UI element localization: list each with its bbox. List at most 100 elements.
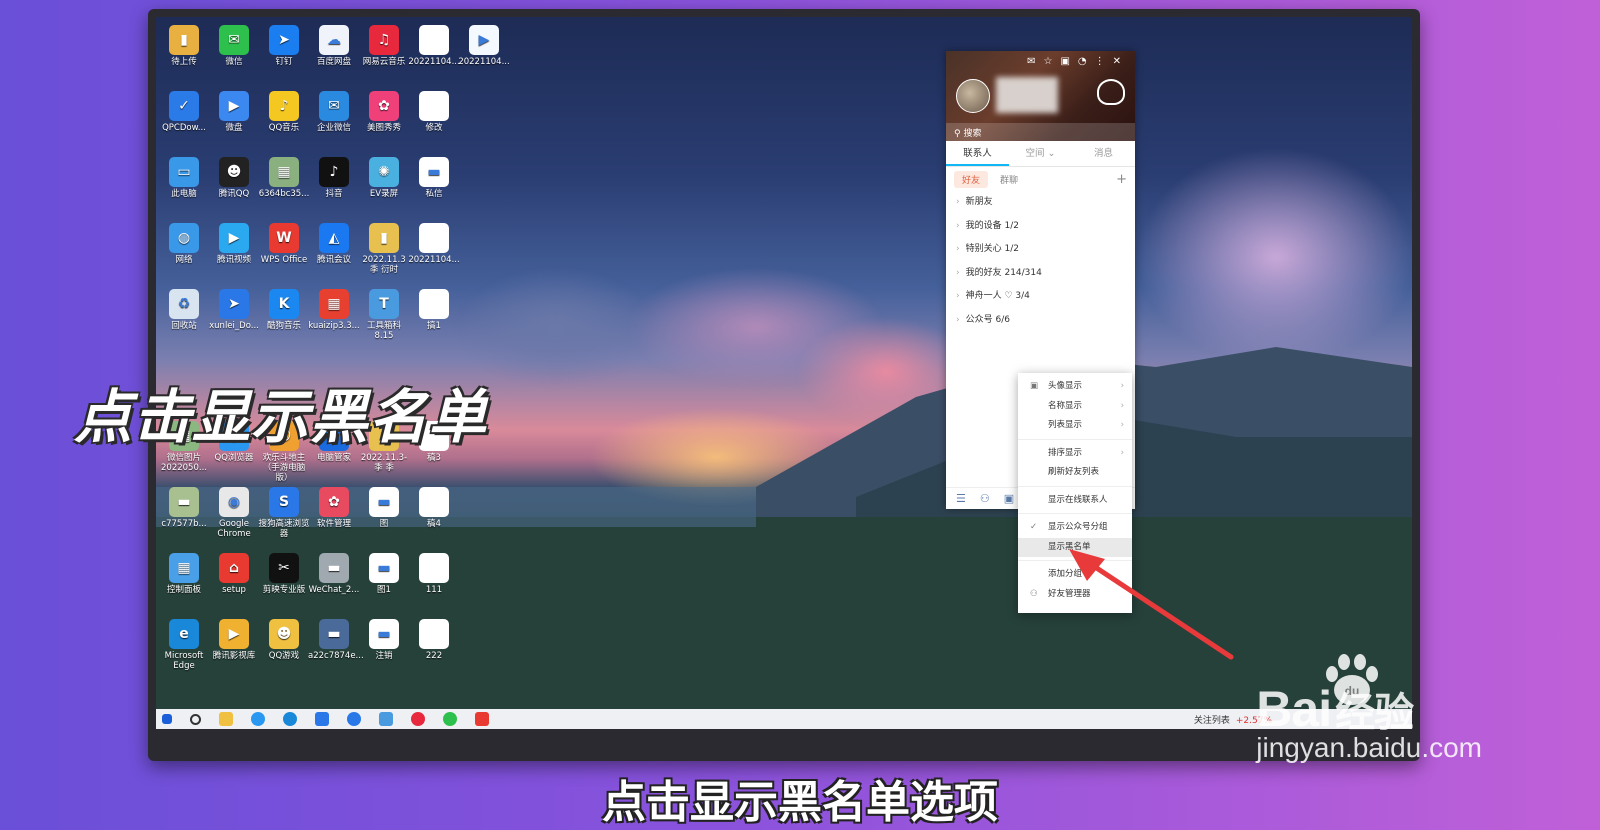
desktop-icon[interactable]: ▬ WeChat_2... [308, 553, 360, 595]
contacts-icon[interactable]: ⚇ [980, 492, 990, 505]
desktop-icon[interactable]: ✓ QPCDow... [158, 91, 210, 133]
qq-header: ✉☆▣◔⋮✕ ⚲ 搜索 [946, 51, 1135, 141]
app-icon[interactable]: ▣ [1004, 492, 1014, 505]
desktop-icon[interactable]: 111 [408, 553, 460, 595]
browser-icon[interactable] [251, 712, 265, 726]
desktop-icon[interactable]: ☻ QQ游戏 [258, 619, 310, 661]
desktop-icon[interactable]: ▦ 控制面板 [158, 553, 210, 595]
desktop-icon-label: 稿3 [427, 453, 441, 463]
desktop-icon[interactable]: ▬ 注销 [358, 619, 410, 661]
friend-group-item[interactable]: › 我的好友 214/314 [946, 262, 1135, 286]
desktop-icon[interactable]: ✺ EV录屏 [358, 157, 410, 199]
desktop-icon[interactable]: S 搜狗高速浏览器 [258, 487, 310, 539]
wechat-icon[interactable] [443, 712, 457, 726]
file-explorer-icon[interactable] [219, 712, 233, 726]
desktop-icon[interactable]: ◍ 网络 [158, 223, 210, 265]
sogou-icon[interactable] [347, 712, 361, 726]
desktop-icon[interactable]: ♪ QQ音乐 [258, 91, 310, 133]
toolbox-icon[interactable] [379, 712, 393, 726]
desktop-icon[interactable]: 222 [408, 619, 460, 661]
desktop-icon[interactable]: K 酷狗音乐 [258, 289, 310, 331]
chevron-right-icon: › [956, 244, 960, 254]
desktop-icon[interactable]: ▬ 图1 [358, 553, 410, 595]
friend-group-item[interactable]: › 新朋友 [946, 191, 1135, 215]
avatar[interactable] [956, 79, 990, 113]
menu-item-label: 排序显示 [1048, 447, 1083, 458]
chevron-right-icon: › [1120, 400, 1124, 411]
desktop-icon[interactable]: T 工具箱科8.15 [358, 289, 410, 341]
menu-item-avatar-display[interactable]: ▣ 头像显示 › [1018, 377, 1132, 397]
xunlei-icon[interactable] [315, 712, 329, 726]
app-icon: ▬ [369, 553, 399, 583]
desktop-icon[interactable]: ▬ c77577b... [158, 487, 210, 529]
desktop-icon[interactable]: ▮ 2022.11.3 季 衍时 [358, 223, 410, 275]
friend-group-item[interactable]: › 特别关心 1/2 [946, 238, 1135, 262]
check-icon: ✓ [1030, 522, 1038, 532]
menu-item-list-display[interactable]: 列表显示 › [1018, 416, 1132, 436]
desktop-icon[interactable]: ▶ 微盘 [208, 91, 260, 133]
app-icon: ⌂ [219, 553, 249, 583]
desktop-icon[interactable]: ▬ 图 [358, 487, 410, 529]
desktop-icon[interactable]: ▬ a22c7874e... [308, 619, 364, 661]
desktop-icon[interactable]: ◭ 腾讯会议 [308, 223, 360, 265]
menu-item-sort-display[interactable]: 排序显示 › [1018, 444, 1132, 464]
desktop-icon[interactable]: ▦ kuaizip3.3... [308, 289, 360, 331]
app-icon [419, 25, 449, 55]
add-icon[interactable]: + [1116, 172, 1127, 187]
desktop-icon[interactable]: ▮ 待上传 [158, 25, 210, 67]
menu-item-refresh-friends[interactable]: 刷新好友列表 [1018, 463, 1132, 483]
desktop-icon[interactable]: 修改 [408, 91, 460, 133]
tab-messages[interactable]: 消息 [1072, 141, 1135, 166]
friend-group-item[interactable]: › 我的设备 1/2 [946, 215, 1135, 239]
desktop-icon[interactable]: ♻ 回收站 [158, 289, 210, 331]
search-icon[interactable] [190, 713, 201, 725]
desktop-icon[interactable]: 20221104... [408, 25, 460, 67]
wps-icon[interactable] [475, 712, 489, 726]
desktop-icon[interactable]: ▶ 腾讯视频 [208, 223, 260, 265]
desktop-icon[interactable]: ✂ 剪映专业版 [258, 553, 310, 595]
search-input[interactable]: ⚲ 搜索 [946, 123, 1135, 141]
desktop-icon[interactable]: ✿ 美图秀秀 [358, 91, 410, 133]
desktop-icon[interactable]: ☁ 百度网盘 [308, 25, 360, 67]
weather-icon[interactable] [1097, 79, 1125, 105]
menu-icon[interactable]: ☰ [956, 492, 966, 505]
desktop-icon[interactable]: ✿ 软件管理 [308, 487, 360, 529]
desktop-icon[interactable]: e Microsoft Edge [158, 619, 210, 671]
desktop-icon[interactable]: 搞1 [408, 289, 460, 331]
desktop-icon[interactable]: ⌂ setup [208, 553, 260, 595]
menu-item-show-official-group[interactable]: ✓ 显示公众号分组 [1018, 518, 1132, 538]
desktop-icon[interactable]: ▶ 腾讯影视库 [208, 619, 260, 661]
desktop-icon[interactable]: ♪ 抖音 [308, 157, 360, 199]
desktop-icon-label: 抖音 [325, 189, 343, 199]
desktop-icon[interactable]: ➤ xunlei_Do... [208, 289, 260, 331]
app-icon: ▮ [369, 223, 399, 253]
subtab-friends[interactable]: 好友 [954, 170, 989, 188]
windows-start-icon[interactable] [162, 714, 172, 724]
edge-icon[interactable] [283, 712, 297, 726]
friend-group-item[interactable]: › 神舟一人 ♡ 3/4 [946, 285, 1135, 309]
desktop-icon[interactable]: ▶ 20221104... [458, 25, 510, 67]
app-icon: ◭ [319, 223, 349, 253]
qq-toolbar-icons[interactable]: ✉☆▣◔⋮✕ [1027, 56, 1129, 67]
desktop-icon[interactable]: ▭ 此电脑 [158, 157, 210, 199]
subtab-groups[interactable]: 群聊 [1000, 173, 1018, 186]
menu-item-show-online[interactable]: 显示在线联系人 [1018, 491, 1132, 511]
desktop-icon[interactable]: ➤ 钉钉 [258, 25, 310, 67]
desktop-icon[interactable]: ☻ 腾讯QQ [208, 157, 260, 199]
desktop-icon[interactable]: ✉ 企业微信 [308, 91, 360, 133]
netease-music-icon[interactable] [411, 712, 425, 726]
desktop-icon[interactable]: ✉ 微信 [208, 25, 260, 67]
search-placeholder: 搜索 [963, 129, 982, 139]
desktop-icon[interactable]: ▬ 私信 [408, 157, 460, 199]
desktop-icon[interactable]: ◉ Google Chrome [208, 487, 260, 539]
menu-item-name-display[interactable]: 名称显示 › [1018, 397, 1132, 417]
tab-contacts[interactable]: 联系人 [946, 141, 1009, 166]
desktop-icon[interactable]: 稿4 [408, 487, 460, 529]
friend-group-item[interactable]: › 公众号 6/6 [946, 309, 1135, 333]
tab-space[interactable]: 空间 ⌄ [1009, 141, 1072, 166]
desktop-icon[interactable]: 20221104... [408, 223, 460, 265]
menu-item-label: 头像显示 [1048, 381, 1083, 391]
desktop-icon[interactable]: W WPS Office [258, 223, 310, 265]
desktop-icon[interactable]: ♫ 网易云音乐 [358, 25, 410, 67]
desktop-icon[interactable]: ▦ 6364bc35... [258, 157, 310, 199]
